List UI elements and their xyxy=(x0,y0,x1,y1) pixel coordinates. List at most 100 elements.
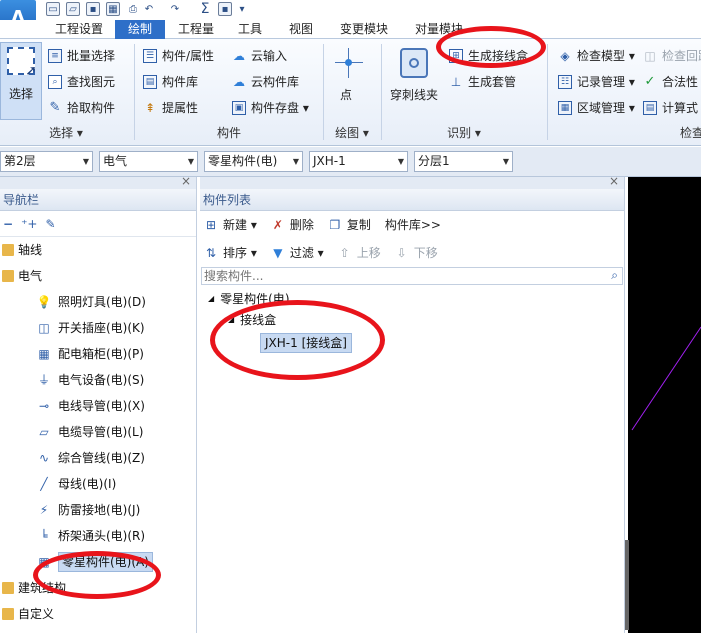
discipline-select[interactable]: 电气 ▼ xyxy=(99,151,198,172)
nav-tree-item[interactable]: ╘ 桥架通头(电)(R) xyxy=(0,523,196,549)
new-component-button[interactable]: ⊞ 新建 ▾ xyxy=(204,214,257,236)
check-mark-icon: ✓ xyxy=(644,74,656,89)
extract-properties-label: 提属性 xyxy=(162,101,199,115)
open-folder-icon[interactable]: ▱ xyxy=(66,2,80,16)
nav-tree-item[interactable]: ⊸ 电线导管(电)(X) xyxy=(0,393,196,419)
close-icon[interactable]: × xyxy=(609,174,619,188)
category-select-value: 零星构件(电) xyxy=(208,154,278,168)
move-down-icon: ⇩ xyxy=(396,246,407,260)
component-select[interactable]: JXH-1 ▼ xyxy=(309,151,408,172)
nav-tree-item[interactable]: ▦ 配电箱柜(电)(P) xyxy=(0,341,196,367)
sum-icon[interactable]: Σ xyxy=(198,1,212,17)
chevron-down-icon: ▼ xyxy=(502,157,509,166)
tab-change-module[interactable]: 变更模块 xyxy=(330,20,398,39)
select-group-label[interactable]: 选择 ▾ xyxy=(0,125,132,141)
generate-sleeve-label: 生成套管 xyxy=(468,75,517,89)
nav-item-label: 照明灯具(电)(D) xyxy=(58,295,146,309)
sort-button[interactable]: ⇅ 排序 ▾ xyxy=(204,242,257,264)
nav-tree-item[interactable]: ⏚ 电气设备(电)(S) xyxy=(0,367,196,393)
tab-quantity[interactable]: 工程量 xyxy=(170,20,222,39)
nav-tree-item[interactable]: ▱ 电缆导管(电)(L) xyxy=(0,419,196,445)
nav-tree-item[interactable]: ⚡ 防雷接地(电)(J) xyxy=(0,497,196,523)
move-up-label: 上移 xyxy=(356,246,381,260)
tab-project-settings[interactable]: 工程设置 xyxy=(48,20,110,39)
generate-sleeve-button[interactable]: ⊥ 生成套管 xyxy=(449,71,516,93)
find-element-button[interactable]: ⌕ 查找图元 xyxy=(48,71,115,93)
cloud-library-button[interactable]: ☁ 云构件库 xyxy=(232,71,299,93)
properties-icon: ☰ xyxy=(143,49,157,63)
record-icon: ☷ xyxy=(558,75,572,89)
undo-icon[interactable]: ↶ xyxy=(142,2,156,16)
move-up-icon: ⇧ xyxy=(339,246,350,260)
nav-group-item[interactable]: 自定义 xyxy=(0,601,196,627)
nav-group-item[interactable]: 轴线 xyxy=(0,237,196,263)
pick-component-button[interactable]: ✎ 拾取构件 xyxy=(48,97,115,119)
nav-item-label: 电气 xyxy=(18,269,43,283)
check-group-label: 检查 xyxy=(679,126,701,140)
area-management-button[interactable]: ▦ 区域管理 ▾ xyxy=(558,97,635,119)
draw-group-label[interactable]: 绘图 ▾ xyxy=(324,125,380,141)
ribbon-separator xyxy=(134,44,135,140)
new-icon: ⊞ xyxy=(205,218,217,232)
nav-group-item[interactable]: 电气 xyxy=(0,263,196,289)
new-file-icon[interactable]: ▭ xyxy=(46,2,60,16)
wall-clip-icon[interactable] xyxy=(400,48,428,78)
component-properties-button[interactable]: ☰ 构件/属性 xyxy=(143,45,214,67)
collapse-icon[interactable]: − xyxy=(3,217,13,231)
switch-icon: ◫ xyxy=(38,321,50,335)
extract-properties-button[interactable]: ⇞ 提属性 xyxy=(143,97,198,119)
area-management-label: 区域管理 ▾ xyxy=(577,101,635,115)
component-library-link[interactable]: 构件库>> xyxy=(385,214,441,236)
component-library-button[interactable]: ▤ 构件库 xyxy=(143,71,198,93)
drawing-canvas[interactable] xyxy=(628,177,701,633)
check-model-button[interactable]: ◈ 检查模型 ▾ xyxy=(558,45,634,67)
component-search-input[interactable] xyxy=(202,268,597,284)
component-select-value: JXH-1 xyxy=(313,154,346,168)
close-icon[interactable]: × xyxy=(181,174,191,188)
point-draw-icon[interactable] xyxy=(335,48,363,78)
calculator-icon[interactable]: ▦ xyxy=(106,2,120,16)
select-button[interactable]: ➚ 选择 xyxy=(0,42,42,120)
identify-group-label[interactable]: 识别 ▾ xyxy=(382,125,546,141)
component-list-panel: × 构件列表 ⊞ 新建 ▾ ✗ 删除 ❐ 复制 构件库>> ⇅ 排序 ▾ ▼ 过滤 ▾ ⇧… xyxy=(200,174,625,633)
floor-select[interactable]: 第2层 ▼ xyxy=(0,151,93,172)
nav-tree-item[interactable]: ∿ 综合管线(电)(Z) xyxy=(0,445,196,471)
layer-select[interactable]: 分层1 ▼ xyxy=(414,151,513,172)
batch-select-button[interactable]: ≡ 批量选择 xyxy=(48,45,115,67)
nav-item-label: 桥架通头(电)(R) xyxy=(58,529,146,543)
expand-icon[interactable]: ⁺+ xyxy=(21,217,37,231)
scrollbar[interactable] xyxy=(625,540,629,630)
nav-tree-item[interactable]: 💡 照明灯具(电)(D) xyxy=(0,289,196,315)
record-management-button[interactable]: ☷ 记录管理 ▾ xyxy=(558,71,635,93)
delete-component-label: 删除 xyxy=(289,218,314,232)
tab-draw[interactable]: 绘制 xyxy=(115,20,165,39)
formula-button[interactable]: ▤ 计算式 xyxy=(643,97,698,119)
nav-tree-item[interactable]: ◫ 开关插座(电)(K) xyxy=(0,315,196,341)
tab-view[interactable]: 视图 xyxy=(278,20,324,39)
cloud-input-button[interactable]: ☁ 云输入 xyxy=(232,45,287,67)
qat-customize-icon[interactable]: ▾ xyxy=(235,2,249,16)
component-library-label: 构件库 xyxy=(162,75,199,89)
legality-label: 合法性 xyxy=(662,75,699,89)
point-draw-label[interactable]: 点 xyxy=(340,86,352,103)
edit-icon[interactable]: ✎ xyxy=(45,217,55,231)
category-select[interactable]: 零星构件(电) ▼ xyxy=(204,151,303,172)
component-save-label: 构件存盘 ▾ xyxy=(251,101,309,115)
redo-icon[interactable]: ↷ xyxy=(168,2,182,16)
tab-tools[interactable]: 工具 xyxy=(228,20,272,39)
wall-clip-label[interactable]: 穿刺线夹 xyxy=(390,86,438,103)
search-icon[interactable]: ⌕ xyxy=(611,268,618,283)
nav-tree-item[interactable]: ╱ 母线(电)(I) xyxy=(0,471,196,497)
delete-component-button[interactable]: ✗ 删除 xyxy=(271,214,314,236)
save-disk-icon[interactable]: ▪ xyxy=(218,2,232,16)
sleeve-icon: ⊥ xyxy=(450,75,462,89)
component-save-button[interactable]: ▣ 构件存盘 ▾ xyxy=(232,97,309,119)
filter-button[interactable]: ▼ 过滤 ▾ xyxy=(271,242,323,264)
conduit-icon: ⊸ xyxy=(38,399,50,413)
nav-item-label: 母线(电)(I) xyxy=(58,477,117,491)
print-icon[interactable]: ⎙ xyxy=(126,2,140,16)
save-icon[interactable]: ▪ xyxy=(86,2,100,16)
copy-component-button[interactable]: ❐ 复制 xyxy=(328,214,370,236)
find-element-label: 查找图元 xyxy=(67,75,116,89)
legality-button[interactable]: ✓ 合法性 xyxy=(643,71,698,93)
